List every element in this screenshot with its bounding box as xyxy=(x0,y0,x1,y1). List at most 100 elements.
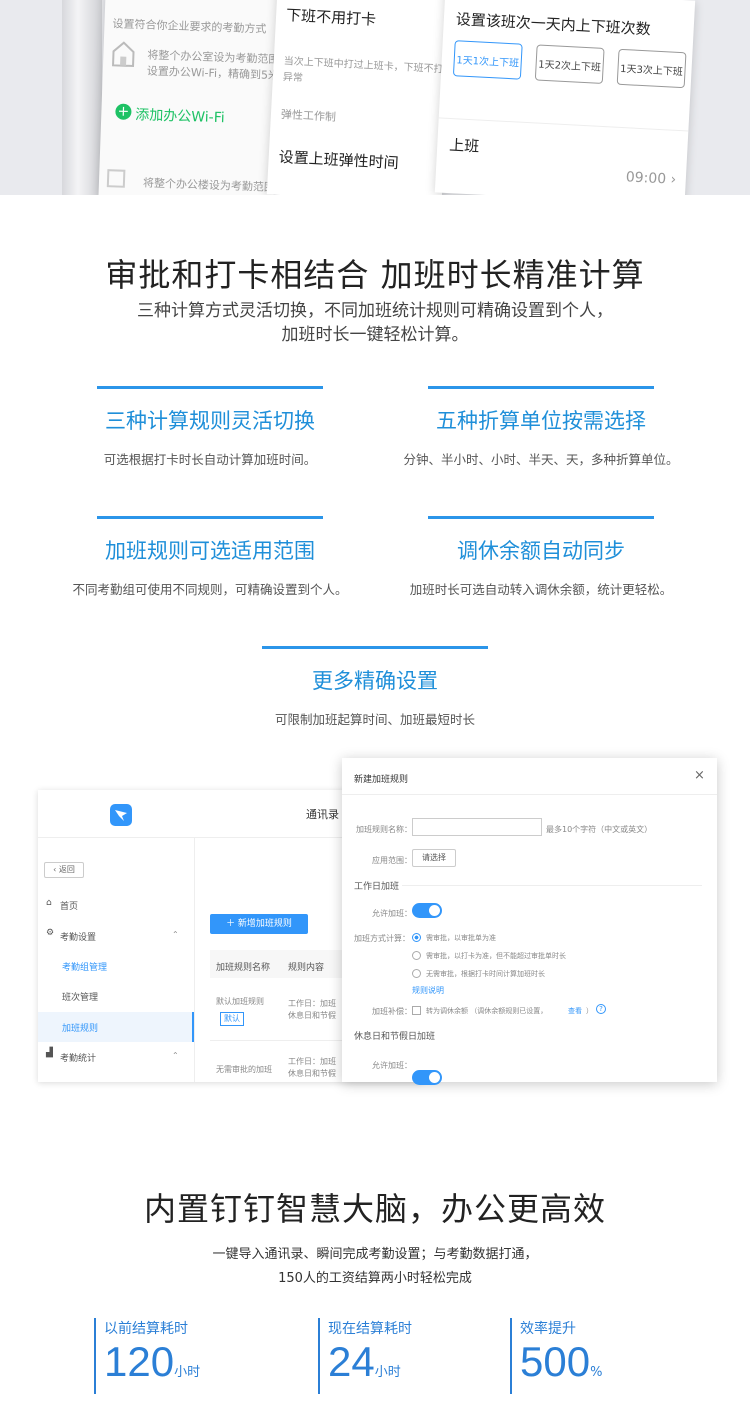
attendance-method-card: 设置符合你企业要求的考勤方式 将整个办公室设为考勤范围 设置办公Wi-Fi，精确… xyxy=(98,0,281,195)
compensation-text-end: ） xyxy=(586,1007,593,1015)
building-icon xyxy=(106,169,126,188)
feature-item: 更多精确设置 可限制加班起算时间、加班最短时长 xyxy=(210,646,540,728)
stat-value: 24 xyxy=(328,1338,375,1385)
dialog-title: 新建加班规则 xyxy=(354,775,409,785)
phone-screenshot-banner: 设置符合你企业要求的考勤方式 将整个办公室设为考勤范围 设置办公Wi-Fi，精确… xyxy=(0,0,750,195)
dialog-header-divider xyxy=(342,794,717,795)
allow-overtime-toggle[interactable] xyxy=(412,903,442,918)
checkout-setting-card: 下班不用打卡 当次上下班中打过上班卡，下班不打 异常 弹性工作制 设置上班弹性时… xyxy=(266,0,453,195)
stat-value: 120 xyxy=(104,1338,175,1385)
compensation-view-link[interactable]: 查看 xyxy=(568,1006,582,1016)
rule-explanation-link[interactable]: 规则说明 xyxy=(412,985,444,996)
home-icon: ⌂ xyxy=(46,898,52,908)
nav-attendance-stats[interactable]: 考勤统计 xyxy=(60,1051,96,1064)
stats-icon: ▟ xyxy=(46,1048,53,1058)
work-label: 上班 xyxy=(448,136,480,156)
nav-home[interactable]: 首页 xyxy=(60,899,78,912)
sidebar-divider xyxy=(194,838,195,1082)
feature-desc: 可限制加班起算时间、加班最短时长 xyxy=(274,712,475,727)
feature-desc: 可选根据打卡时长自动计算加班时间。 xyxy=(103,452,317,467)
rule-name-label: 加班规则名称： xyxy=(356,825,412,834)
feature-divider xyxy=(428,386,654,389)
back-button[interactable]: ‹ 返回 xyxy=(44,862,84,878)
section1-subtitle-line1: 三种计算方式灵活切换，不同加班统计规则可精确设置到个人， xyxy=(137,301,613,321)
flex-time-title[interactable]: 设置上班弹性时间 xyxy=(278,146,399,173)
method-radio-1[interactable] xyxy=(412,933,421,942)
nav-shift-management[interactable]: 班次管理 xyxy=(62,990,98,1003)
method-option-1: 需审批，以审批单为准 xyxy=(426,934,496,942)
no-checkout-desc: 当次上下班中打过上班卡，下班不打 xyxy=(283,55,444,76)
scope-label: 应用范围： xyxy=(372,856,412,865)
feature-divider xyxy=(97,516,323,519)
shift-option-3[interactable]: 1天3次上下班 xyxy=(616,48,687,89)
rule-name-hint: 最多10个字符（中文或英文） xyxy=(546,825,653,834)
shift-option-1[interactable]: 1天1次上下班 xyxy=(452,40,523,80)
rule-name-input[interactable] xyxy=(412,818,542,836)
feature-divider xyxy=(97,386,323,389)
table-cell-content: 休息日和节假 xyxy=(288,1011,336,1020)
compensation-checkbox[interactable] xyxy=(412,1006,421,1015)
table-cell-name: 默认加班规则 xyxy=(216,997,264,1006)
nav-group-management[interactable]: 考勤组管理 xyxy=(62,960,107,973)
stat-label: 现在结算耗时 xyxy=(328,1321,412,1337)
nav-overtime-rules[interactable]: 加班规则 xyxy=(62,1021,98,1034)
scope-select-button[interactable]: 请选择 xyxy=(412,849,456,867)
feature-title: 调休余额自动同步 xyxy=(457,539,625,563)
add-overtime-rule-button[interactable]: ＋ 新增加班规则 xyxy=(210,914,308,934)
section1-subtitle-line2: 加班时长一键轻松计算。 xyxy=(281,325,469,345)
feature-item: 五种折算单位按需选择 分钟、半小时、小时、半天、天，多种折算单位。 xyxy=(376,386,706,468)
close-icon[interactable]: × xyxy=(694,768,705,783)
method-option-2: 需审批，以打卡为准，但不能超过审批单时长 xyxy=(426,952,566,960)
no-checkout-desc2: 异常 xyxy=(282,71,304,85)
section2-subtitle-line1: 一键导入通讯录、瞬间完成考勤设置；与考勤数据打通， xyxy=(212,1247,538,1262)
feature-item: 调休余额自动同步 加班时长可选自动转入调休余额，统计更轻松。 xyxy=(376,516,706,598)
shift-count-card: 设置该班次一天内上下班次数 1天1次上下班 1天2次上下班 1天3次上下班 上班… xyxy=(434,0,696,195)
help-icon[interactable]: ? xyxy=(596,1004,606,1014)
method-option-3: 无需审批，根据打卡时间计算加班时长 xyxy=(426,970,545,978)
feature-title: 五种折算单位按需选择 xyxy=(436,409,646,433)
method-radio-2[interactable] xyxy=(412,951,421,960)
no-checkout-title: 下班不用打卡 xyxy=(285,6,377,29)
stat-label: 效率提升 xyxy=(520,1321,576,1337)
building-range-text: 将整个办公楼设为考勤范围 xyxy=(142,176,276,195)
col-rule-content: 规则内容 xyxy=(288,963,325,973)
feature-desc: 不同考勤组可使用不同规则，可精确设置到个人。 xyxy=(72,582,348,597)
stat-label: 以前结算耗时 xyxy=(104,1321,188,1337)
section2-title: 内置钉钉智慧大脑，办公更高效 xyxy=(143,1190,606,1228)
col-rule-name: 加班规则名称 xyxy=(216,963,271,973)
feature-item: 三种计算规则灵活切换 可选根据打卡时长自动计算加班时间。 xyxy=(45,386,375,468)
table-cell-content: 工作日：加班 xyxy=(288,1057,336,1066)
stat-efficiency: 效率提升 500% xyxy=(510,1318,602,1394)
method-radio-3[interactable] xyxy=(412,969,421,978)
compensation-label: 加班补偿： xyxy=(372,1007,412,1016)
office-icon xyxy=(111,39,136,68)
section1-title: 审批和打卡相结合 加班时长精准计算 xyxy=(105,256,645,294)
feature-divider xyxy=(428,516,654,519)
work-time[interactable]: 09:00 › xyxy=(625,169,676,188)
section-divider xyxy=(402,885,702,886)
table-cell-content: 休息日和节假 xyxy=(288,1069,336,1078)
chevron-up-icon: ⌃ xyxy=(172,930,179,939)
feature-title: 加班规则可选适用范围 xyxy=(105,539,315,563)
chevron-up-icon: ⌃ xyxy=(172,1051,179,1060)
allow-overtime-label: 允许加班： xyxy=(372,909,412,918)
nav-attendance-settings[interactable]: 考勤设置 xyxy=(60,930,96,943)
stat-now: 现在结算耗时 24小时 xyxy=(318,1318,412,1394)
compensation-text: 转为调休余额 （调休余额规则已设置， xyxy=(426,1007,548,1015)
method-label: 加班方式计算： xyxy=(354,934,410,943)
feature-desc: 加班时长可选自动转入调休余额，统计更轻松。 xyxy=(409,582,673,597)
table-cell-name: 无需审批的加班 xyxy=(216,1065,272,1074)
add-wifi-link[interactable]: 添加办公Wi-Fi xyxy=(135,104,225,127)
wifi-range-text: 设置办公Wi-Fi，精确到5米 xyxy=(146,64,280,83)
allow-holiday-overtime-toggle[interactable] xyxy=(412,1070,442,1085)
shift-option-2[interactable]: 1天2次上下班 xyxy=(534,44,605,84)
table-cell-content: 工作日：加班 xyxy=(288,999,336,1008)
divider xyxy=(438,117,689,132)
feature-item: 加班规则可选适用范围 不同考勤组可使用不同规则，可精确设置到个人。 xyxy=(45,516,375,598)
contacts-tab[interactable]: 通讯录 xyxy=(306,806,339,822)
flex-label: 弹性工作制 xyxy=(280,107,337,124)
stat-value: 500 xyxy=(520,1338,591,1385)
default-badge: 默认 xyxy=(220,1012,244,1026)
new-overtime-rule-dialog: 新建加班规则 × 加班规则名称： 最多10个字符（中文或英文） 应用范围： 请选… xyxy=(342,758,717,1085)
add-icon: + xyxy=(115,103,132,120)
